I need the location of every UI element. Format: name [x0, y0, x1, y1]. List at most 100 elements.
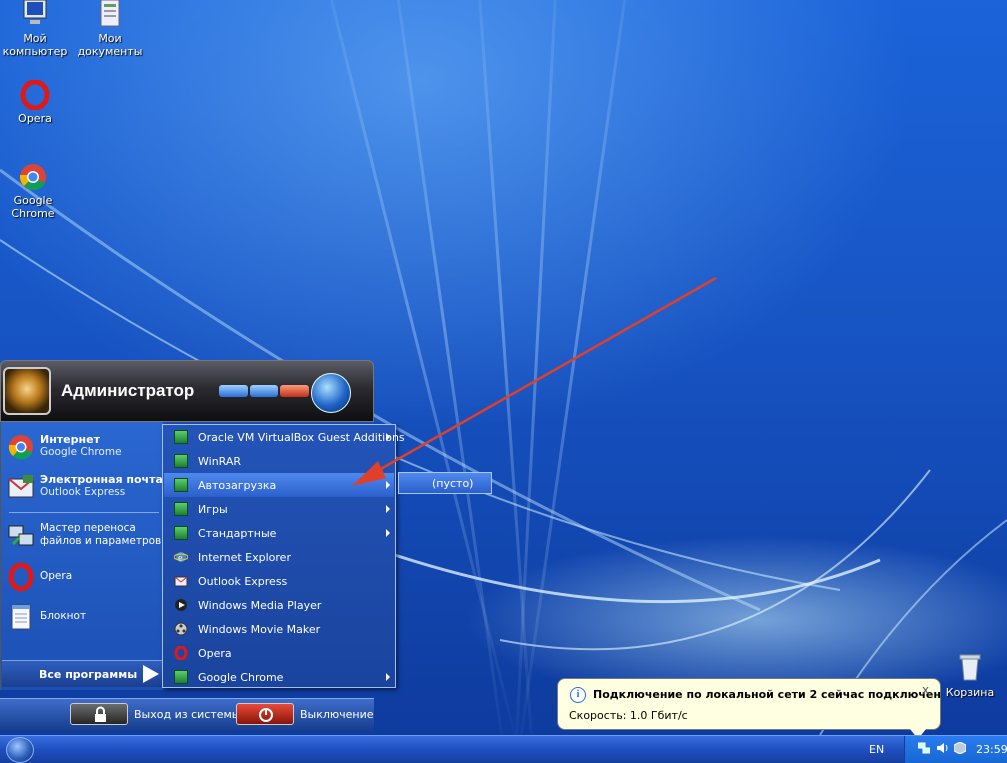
desktop-icon-label: Мои — [98, 32, 122, 45]
program-label: Internet Explorer — [198, 551, 291, 564]
outlook-express-icon — [174, 574, 188, 588]
submenu-arrow-icon — [386, 673, 390, 681]
folder-icon — [174, 670, 188, 684]
outlook-express-icon — [7, 473, 35, 501]
opera-icon — [174, 645, 188, 661]
recent-label: Мастер переноса файлов и параметров — [40, 522, 162, 547]
program-item-internet-explorer[interactable]: e Internet Explorer — [164, 545, 394, 569]
submenu-arrow-icon — [386, 505, 390, 513]
windows-logo-icon — [311, 373, 351, 413]
submenu-arrow-icon — [386, 481, 390, 489]
desktop-icon-recycle-bin[interactable]: Корзина — [940, 652, 1000, 699]
program-label: Windows Movie Maker — [198, 623, 321, 636]
header-decoration — [219, 385, 310, 397]
internet-explorer-icon: e — [173, 550, 189, 564]
pinned-title: Интернет — [40, 433, 100, 446]
opera-icon — [20, 79, 50, 111]
desktop-icon-label: документы — [77, 45, 143, 58]
start-menu-left-pane: Интернет Google Chrome Электронная почта… — [0, 422, 164, 719]
desktop-icon-google-chrome[interactable]: Google Chrome — [0, 162, 68, 220]
shutdown-label: Выключение — [300, 708, 374, 721]
folder-icon — [174, 526, 188, 540]
pinned-internet[interactable]: Интернет Google Chrome — [5, 430, 163, 466]
program-item-virtualbox[interactable]: Oracle VM VirtualBox Guest Additions — [164, 425, 405, 449]
program-label: Игры — [198, 503, 228, 516]
empty-label: (пусто) — [432, 477, 474, 490]
recent-migration-wizard[interactable]: Мастер переноса файлов и параметров — [5, 519, 163, 555]
start-menu-header: Администратор — [0, 360, 374, 422]
network-notification-balloon[interactable]: i Подключение по локальной сети 2 сейчас… — [557, 678, 941, 730]
pinned-subtitle: Google Chrome — [40, 446, 122, 458]
desktop-icon-my-documents[interactable]: Мои документы — [75, 0, 145, 58]
program-item-media-player[interactable]: Windows Media Player — [164, 593, 394, 617]
pinned-subtitle: Outlook Express — [40, 486, 126, 498]
desktop-icon-label: Opera — [18, 112, 52, 125]
language-indicator[interactable]: EN — [869, 743, 884, 756]
movie-maker-icon — [174, 622, 188, 636]
program-label: Windows Media Player — [198, 599, 322, 612]
network-icon[interactable] — [917, 742, 931, 754]
virtualbox-tray-icon[interactable] — [953, 741, 967, 755]
all-programs-menu: Oracle VM VirtualBox Guest Additions Win… — [162, 424, 405, 689]
pinned-title: Электронная почта — [40, 473, 163, 486]
desktop-icon-opera[interactable]: Opera — [0, 79, 70, 125]
volume-icon[interactable] — [936, 742, 948, 754]
balloon-body: Скорость: 1.0 Гбит/с — [569, 709, 688, 722]
program-item-accessories[interactable]: Стандартные — [164, 521, 394, 545]
folder-icon — [174, 478, 188, 492]
program-label: Oracle VM VirtualBox Guest Additions — [198, 431, 405, 444]
program-label: Opera — [198, 647, 232, 660]
recent-notepad[interactable]: Блокнот — [5, 600, 163, 636]
my-documents-icon — [95, 0, 125, 30]
submenu-arrow-icon — [386, 433, 390, 441]
divider — [9, 512, 159, 513]
clock[interactable]: 23:59 — [976, 743, 1007, 756]
balloon-title: Подключение по локальной сети 2 сейчас п… — [593, 688, 941, 701]
close-icon[interactable]: x — [922, 683, 929, 697]
submenu-arrow-icon — [386, 529, 390, 537]
program-item-google-chrome[interactable]: Google Chrome — [164, 665, 394, 689]
recycle-bin-icon — [955, 652, 985, 682]
folder-icon — [174, 502, 188, 516]
program-item-games[interactable]: Игры — [164, 497, 394, 521]
taskbar: EN 23:59 — [0, 735, 1007, 763]
desktop-icon-label: компьютер — [2, 45, 68, 58]
desktop-icon-my-computer[interactable]: Мой компьютер — [0, 0, 70, 58]
user-name: Администратор — [61, 381, 195, 400]
media-player-icon — [174, 598, 188, 612]
all-programs-label: Все программы — [39, 668, 138, 681]
migration-wizard-icon — [7, 522, 35, 550]
opera-icon — [7, 562, 35, 592]
desktop-icon-label: Мой — [23, 32, 47, 45]
start-button[interactable] — [6, 737, 34, 763]
program-item-movie-maker[interactable]: Windows Movie Maker — [164, 617, 394, 641]
program-label: Стандартные — [198, 527, 277, 540]
program-label: Автозагрузка — [198, 479, 277, 492]
info-icon: i — [570, 687, 586, 703]
program-item-winrar[interactable]: WinRAR — [164, 449, 394, 473]
desktop-icon-label: Google Chrome — [11, 194, 55, 220]
notepad-icon — [7, 603, 35, 631]
program-item-opera[interactable]: Opera — [164, 641, 394, 665]
pinned-email[interactable]: Электронная почта Outlook Express — [5, 470, 163, 506]
arrow-right-icon — [143, 665, 159, 683]
program-label: WinRAR — [198, 455, 242, 468]
lock-icon — [70, 703, 128, 725]
all-programs-button[interactable]: Все программы — [2, 660, 162, 687]
program-item-outlook-express[interactable]: Outlook Express — [164, 569, 394, 593]
start-menu-footer: Выход из системы Выключение — [0, 698, 374, 731]
program-label: Outlook Express — [198, 575, 288, 588]
chrome-icon — [18, 162, 48, 192]
program-label: Google Chrome — [198, 671, 284, 684]
recent-label: Блокнот — [40, 610, 87, 622]
recent-opera[interactable]: Opera — [5, 560, 163, 596]
logoff-label: Выход из системы — [134, 708, 241, 721]
program-item-startup[interactable]: Автозагрузка — [164, 473, 394, 497]
my-computer-icon — [20, 0, 50, 30]
user-avatar[interactable] — [3, 367, 51, 415]
folder-icon — [174, 454, 188, 468]
folder-icon — [174, 430, 188, 444]
power-icon — [236, 703, 294, 725]
startup-submenu-empty[interactable]: (пусто) — [398, 472, 492, 494]
desktop-icon-label: Корзина — [945, 686, 995, 699]
